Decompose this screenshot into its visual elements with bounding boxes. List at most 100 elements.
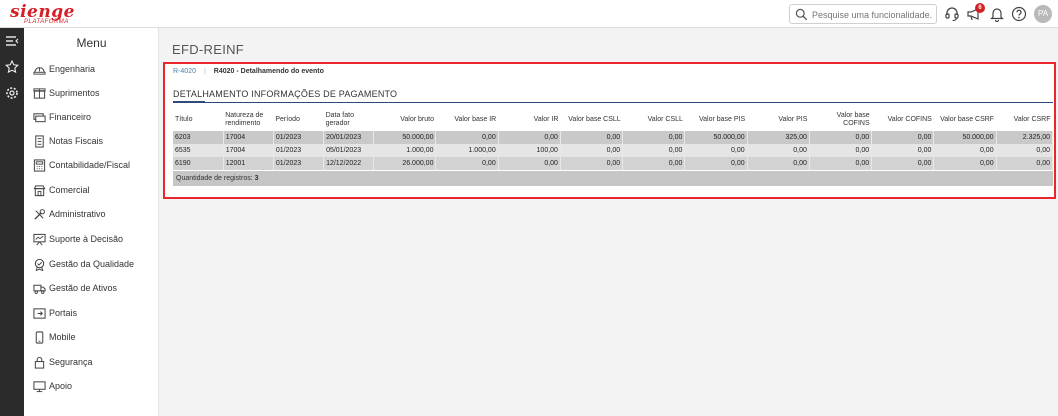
menu-item-label: Segurança: [49, 357, 93, 367]
table-cell: 0,00: [871, 144, 935, 157]
logo-subtitle: PLATAFORMA: [24, 19, 69, 25]
breadcrumb-current: R4020 - Detalhamendo do evento: [213, 68, 324, 75]
menu-item-gestao-ativos[interactable]: Gestão de Ativos: [24, 279, 159, 299]
menu-item-engenharia[interactable]: Engenharia: [24, 60, 159, 80]
col-header-valor-csll[interactable]: Valor CSLL: [623, 108, 685, 131]
menu-item-apoio[interactable]: Apoio: [24, 377, 159, 397]
helmet-icon: [33, 67, 46, 75]
col-header-valor-base-pis[interactable]: Valor base PIS: [685, 108, 747, 131]
table-cell: 0,00: [747, 157, 810, 170]
table-cell: 0,00: [871, 131, 935, 144]
col-header-valor-bruto[interactable]: Valor bruto: [374, 108, 436, 131]
table-cell: 0,00: [560, 157, 624, 170]
menu-toggle-icon[interactable]: [5, 34, 19, 48]
col-header-valor-base-csll[interactable]: Valor base CSLL: [560, 108, 622, 131]
search-icon: [795, 8, 808, 21]
col-header-periodo[interactable]: Período: [273, 108, 323, 131]
detail-panel: R-4020 | R4020 - Detalhamendo do evento DE…: [163, 62, 1056, 199]
breadcrumb-link[interactable]: R-4020: [173, 68, 196, 75]
truck-icon: [33, 284, 46, 294]
cash-icon: [33, 113, 46, 123]
table-cell: 17004: [223, 144, 274, 157]
col-header-natureza[interactable]: Natureza de rendimento: [223, 108, 273, 131]
record-count-label: Quantidade de registros:: [176, 175, 253, 182]
table-cell: 0,00: [560, 131, 624, 144]
menu-item-notas-fiscais[interactable]: Notas Fiscais: [24, 132, 159, 152]
search-input[interactable]: [812, 7, 934, 22]
search-box[interactable]: [789, 4, 937, 24]
col-header-data-fato-gerador[interactable]: Data fato gerador: [324, 108, 374, 131]
presentation-icon: [33, 233, 46, 246]
col-header-valor-base-cofins[interactable]: Valor base COFINS: [809, 108, 871, 131]
menu-item-label: Apoio: [49, 381, 73, 391]
table-row[interactable]: 6190 12001 01/2023 12/12/2022 26.000,00 …: [173, 157, 1054, 170]
gear-icon[interactable]: [5, 86, 19, 100]
table-cell: 6190: [173, 157, 224, 170]
record-count: Quantidade de registros: 3: [173, 171, 1053, 186]
table-cell: 0,00: [933, 144, 997, 157]
table-cell: 12001: [223, 157, 274, 170]
table-header-row: Título Natureza de rendimento Período Da…: [173, 108, 1053, 131]
section-divider: [173, 102, 1053, 103]
payments-table: Título Natureza de rendimento Período Da…: [173, 108, 1054, 170]
table-cell: 0,00: [498, 157, 561, 170]
menu-item-label: Suporte à Decisão: [49, 234, 124, 244]
menu-item-comercial[interactable]: Comercial: [24, 181, 159, 201]
table-cell: 50.000,00: [933, 131, 997, 144]
table-cell: 6203: [173, 131, 224, 144]
menu-item-seguranca[interactable]: Segurança: [24, 353, 159, 373]
menu-item-label: Suprimentos: [49, 88, 100, 98]
table-cell: 325,00: [747, 131, 810, 144]
table-cell: 0,00: [622, 144, 686, 157]
col-header-valor-pis[interactable]: Valor PIS: [747, 108, 809, 131]
headset-icon[interactable]: [944, 6, 960, 22]
menu-item-label: Contabilidade/Fiscal: [49, 160, 131, 170]
receipt-icon: [35, 135, 44, 148]
shop-icon: [33, 185, 46, 197]
section-accent: [173, 101, 205, 103]
breadcrumb-separator: |: [203, 68, 206, 75]
col-header-valor-base-ir[interactable]: Valor base IR: [436, 108, 498, 131]
help-icon[interactable]: [1011, 6, 1027, 22]
star-icon[interactable]: [5, 60, 19, 74]
notification-badge: 6: [975, 3, 985, 13]
menu-item-label: Financeiro: [49, 112, 92, 122]
menu-item-label: Comercial: [49, 185, 90, 195]
table-cell: 20/01/2023: [323, 131, 375, 144]
bell-icon[interactable]: [989, 6, 1005, 22]
col-header-valor-csrf[interactable]: Valor CSRF: [996, 108, 1052, 131]
table-row[interactable]: 6535 17004 01/2023 05/01/2023 1.000,00 1…: [173, 144, 1054, 157]
menu-item-gestao-qualidade[interactable]: Gestão da Qualidade: [24, 255, 159, 275]
menu-item-contabilidade-fiscal[interactable]: Contabilidade/Fiscal: [24, 156, 159, 176]
table-cell: 17004: [223, 131, 274, 144]
menu-item-label: Portais: [49, 308, 78, 318]
table-cell: 0,00: [622, 157, 686, 170]
table-cell: 0,00: [435, 157, 499, 170]
main-content: EFD-REINF R-4020 | R4020 - Detalhamendo do…: [159, 28, 1058, 416]
user-avatar[interactable]: PA: [1034, 5, 1052, 23]
col-header-valor-cofins[interactable]: Valor COFINS: [872, 108, 934, 131]
tools-icon: [34, 209, 45, 220]
col-header-valor-ir[interactable]: Valor IR: [498, 108, 560, 131]
menu-item-administrativo[interactable]: Administrativo: [24, 205, 159, 225]
menu-item-portais[interactable]: Portais: [24, 304, 159, 324]
calculator-icon: [33, 159, 46, 172]
side-menu: Menu Engenharia Suprimentos Financeiro N…: [24, 28, 159, 416]
left-rail: [0, 28, 24, 416]
col-header-titulo[interactable]: Título: [173, 108, 223, 131]
table-cell: 0,00: [809, 131, 873, 144]
sienge-logo[interactable]: sienge PLATAFORMA: [8, 2, 78, 26]
table-cell: 0,00: [871, 157, 935, 170]
table-cell: 0,00: [809, 157, 873, 170]
table-row[interactable]: 6203 17004 01/2023 20/01/2023 50.000,00 …: [173, 131, 1054, 144]
menu-item-suporte-decisao[interactable]: Suporte à Decisão: [24, 230, 159, 250]
monitor-icon: [33, 381, 46, 393]
menu-item-label: Notas Fiscais: [49, 136, 104, 146]
menu-item-financeiro[interactable]: Financeiro: [24, 108, 159, 128]
box-icon: [33, 88, 46, 99]
col-header-valor-base-csrf[interactable]: Valor base CSRF: [934, 108, 996, 131]
lock-icon: [34, 356, 45, 369]
menu-item-suprimentos[interactable]: Suprimentos: [24, 84, 159, 104]
menu-item-mobile[interactable]: Mobile: [24, 328, 159, 348]
table-cell: 0,00: [996, 144, 1054, 157]
